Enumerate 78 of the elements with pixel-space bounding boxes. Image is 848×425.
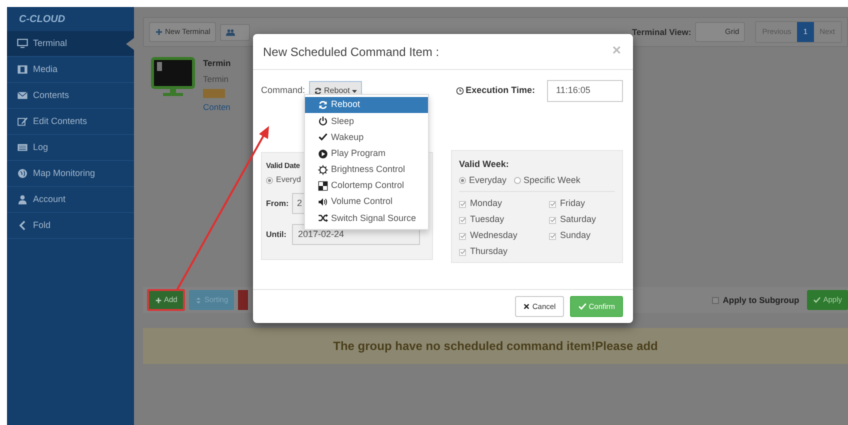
check-icon <box>578 302 587 311</box>
close-icon <box>523 303 530 310</box>
list-icon <box>17 142 28 153</box>
checkbox[interactable] <box>459 200 466 208</box>
edit-icon <box>17 116 28 127</box>
terminal-view-label: Terminal View: <box>632 26 692 38</box>
terminal-info: Termin <box>203 72 230 86</box>
until-label: Until: <box>266 228 288 240</box>
checkbox[interactable] <box>459 232 466 240</box>
radio-label: Everyday <box>469 174 507 187</box>
checkbox[interactable] <box>549 200 556 208</box>
dropdown-item[interactable]: Reboot <box>305 97 428 114</box>
plus-icon <box>155 28 163 36</box>
globe-icon <box>17 168 28 179</box>
play-icon <box>318 148 328 159</box>
check-icon <box>813 296 822 304</box>
execution-time-field[interactable]: 11:16:05 <box>547 80 623 102</box>
group-button[interactable] <box>220 24 250 40</box>
command-label: Command: <box>261 84 306 98</box>
logo: C-CLOUD <box>19 12 66 26</box>
check-icon <box>460 201 466 207</box>
sort-icon <box>195 296 202 304</box>
terminal-screen-drawing <box>151 57 195 99</box>
check-icon <box>550 233 556 239</box>
power-icon <box>318 116 328 126</box>
from-label: From: <box>266 198 288 210</box>
chevron-left-icon <box>17 220 28 231</box>
dropdown-item[interactable]: Volume Control <box>305 194 428 210</box>
dropdown-item[interactable]: Switch Signal Source <box>305 210 428 226</box>
dropdown-item[interactable]: Sleep <box>305 113 428 130</box>
execution-time-label: Execution Time: <box>466 84 535 98</box>
dropdown-item[interactable]: Colortemp Control <box>305 178 428 194</box>
contrast-icon <box>318 181 328 192</box>
refresh-icon <box>318 100 328 110</box>
user-icon <box>17 194 28 205</box>
apply-to-subgroup-label: Apply to Subgroup <box>722 294 800 306</box>
delete-button[interactable] <box>238 290 248 310</box>
monitor-icon <box>17 38 28 49</box>
valid-week-title: Valid Week: <box>459 158 510 171</box>
day-label: Monday <box>470 197 502 210</box>
day-label: Thursday <box>470 245 508 258</box>
check-icon <box>460 233 466 239</box>
radio-button[interactable] <box>459 176 466 184</box>
checkbox[interactable] <box>459 216 466 224</box>
check-icon <box>460 249 466 255</box>
check-icon <box>318 132 328 142</box>
envelope-icon <box>17 90 28 101</box>
check-icon <box>550 217 556 223</box>
radio-label: Everyd <box>276 174 301 186</box>
checkbox[interactable] <box>459 248 466 256</box>
dropdown-item[interactable]: Play Program <box>305 146 428 162</box>
dialog-title: New Scheduled Command Item : <box>263 44 440 60</box>
checkbox[interactable] <box>549 216 556 224</box>
radio-label: Specific Week <box>524 174 580 187</box>
terminal-name: Termin <box>203 57 231 70</box>
volume-icon <box>318 197 328 208</box>
clock-icon <box>456 87 464 95</box>
day-label: Tuesday <box>470 213 504 226</box>
empty-message: The group have no scheduled command item!Please add <box>143 328 848 364</box>
film-icon <box>17 64 28 75</box>
shuffle-icon <box>318 213 328 224</box>
dropdown-item[interactable]: Brightness Control <box>305 162 428 178</box>
day-label: Friday <box>560 197 586 210</box>
sun-icon <box>318 164 328 175</box>
day-label: Saturday <box>560 213 596 226</box>
edit-tag[interactable] <box>203 88 225 98</box>
check-icon <box>550 201 556 207</box>
check-icon <box>460 217 466 223</box>
radio-button[interactable] <box>266 176 273 184</box>
radio-button[interactable] <box>514 176 521 184</box>
sidebar-item[interactable]: Terminal <box>7 31 134 57</box>
day-label: Wednesday <box>470 229 518 242</box>
checkbox[interactable] <box>712 296 719 304</box>
dropdown-item[interactable]: Wakeup <box>305 129 428 146</box>
users-icon <box>226 28 236 36</box>
checkbox[interactable] <box>549 232 556 240</box>
day-label: Sunday <box>560 229 591 242</box>
plus-icon <box>155 296 162 304</box>
